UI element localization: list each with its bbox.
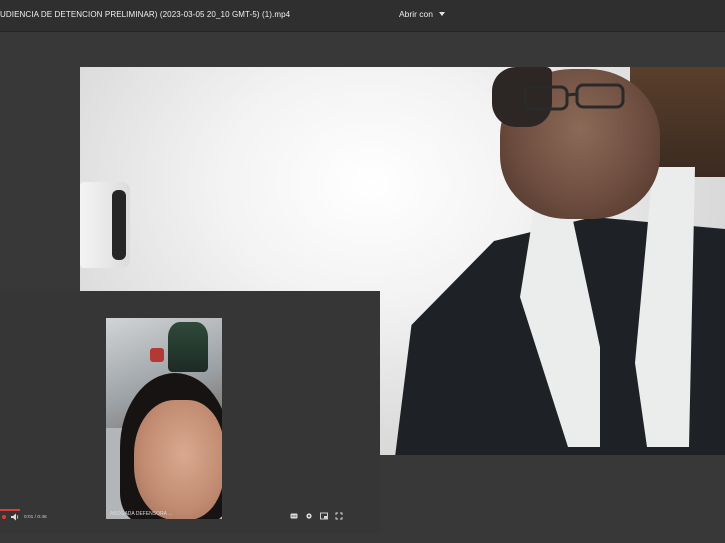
video-player-panel[interactable]: ABOGADA DEFENSORA ... 0:01 / 0:46 (0, 291, 380, 534)
file-title: UDIENCIA DE DETENCION PRELIMINAR) (2023-… (0, 10, 291, 19)
time-display: 0:01 / 0:46 (24, 514, 47, 520)
player-left-controls: 0:01 / 0:46 (0, 512, 47, 522)
progress-handle[interactable] (2, 515, 6, 519)
background-object (150, 348, 164, 362)
player-right-controls (290, 512, 343, 520)
captions-icon[interactable] (290, 512, 298, 520)
volume-icon[interactable] (10, 512, 20, 522)
background-person (168, 322, 208, 372)
phone-video: ABOGADA DEFENSORA ... (106, 318, 222, 519)
open-with-button[interactable]: Abrir con (399, 9, 446, 19)
progress-bar[interactable] (0, 509, 20, 511)
open-with-label: Abrir con (399, 9, 434, 19)
miniplayer-icon[interactable] (320, 512, 328, 520)
fullscreen-icon[interactable] (335, 512, 343, 520)
glasses-shape (523, 83, 625, 111)
participant-face (134, 400, 222, 519)
chevron-down-icon (439, 12, 446, 16)
top-bar: UDIENCIA DE DETENCION PRELIMINAR) (2023-… (0, 0, 725, 32)
settings-icon[interactable] (305, 512, 313, 520)
wall-dispenser (80, 182, 130, 268)
phone-caption: ABOGADA DEFENSORA ... (110, 511, 173, 517)
